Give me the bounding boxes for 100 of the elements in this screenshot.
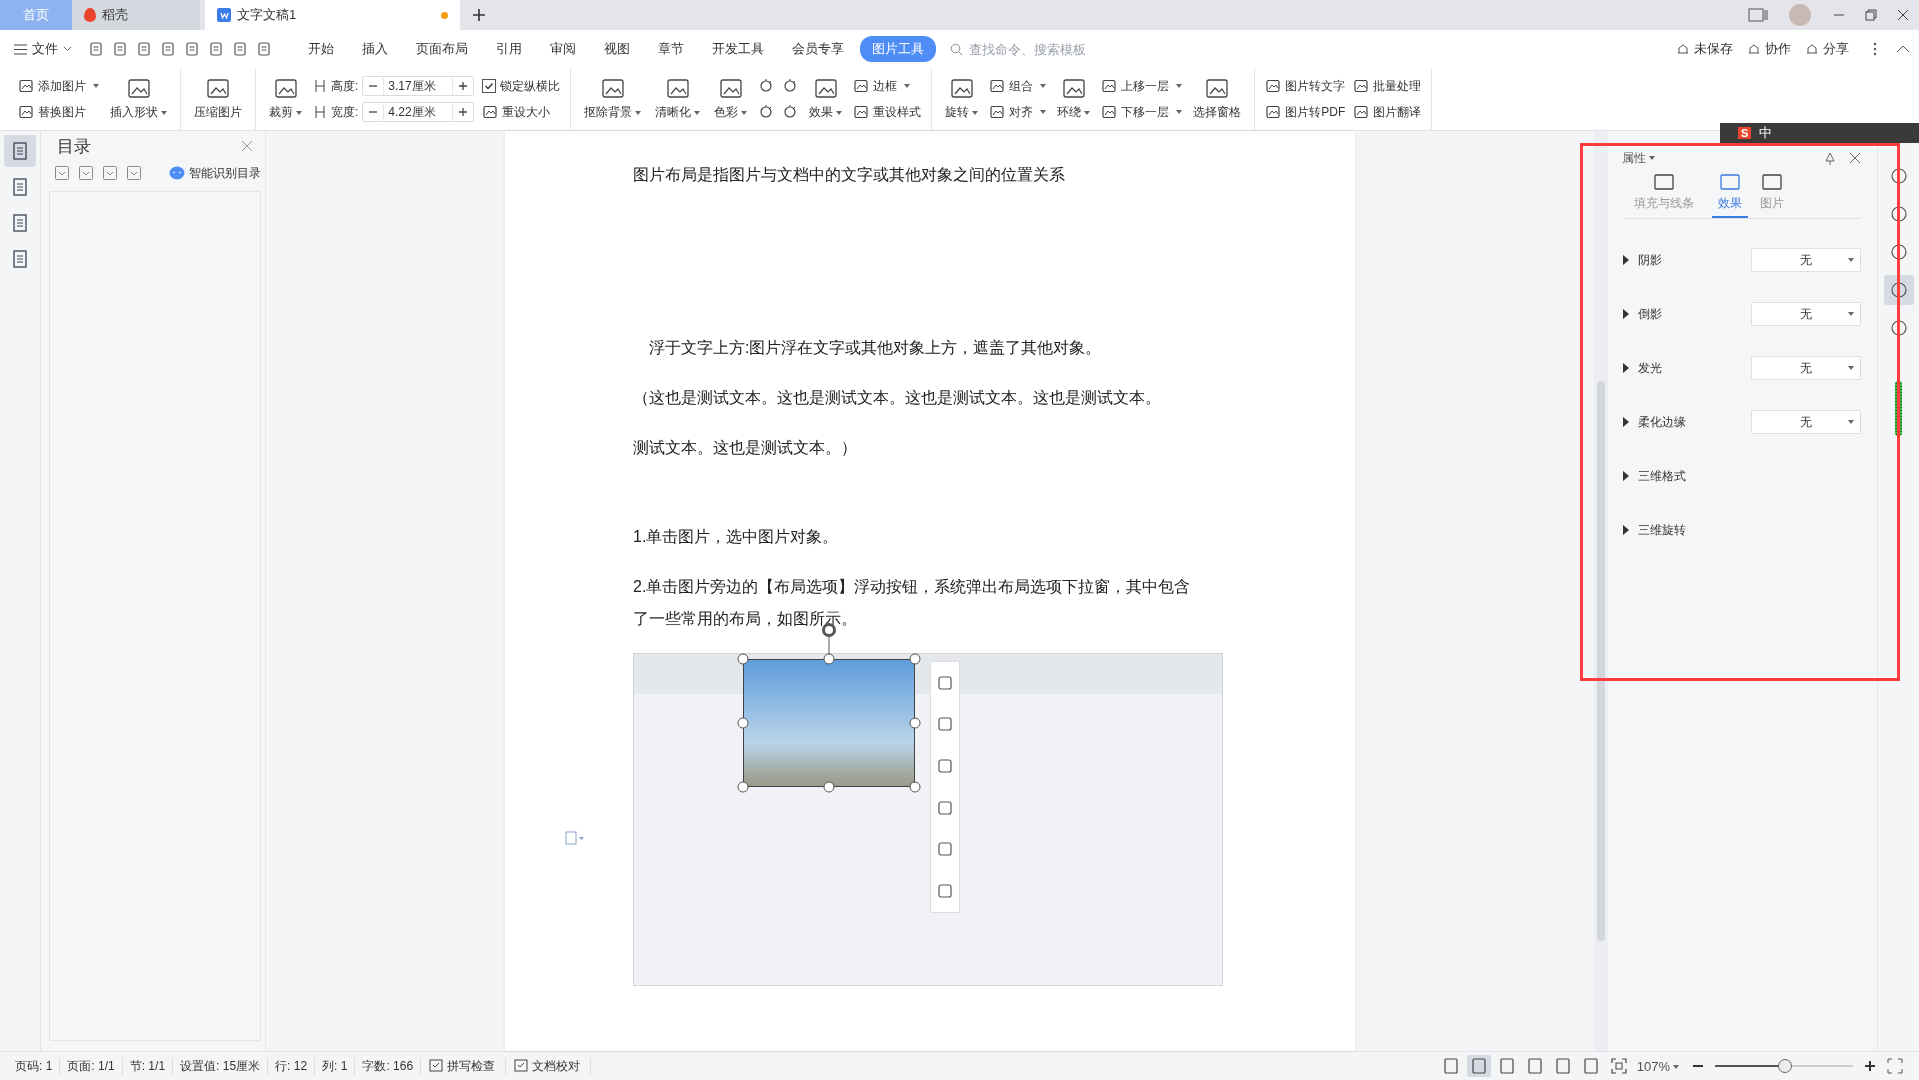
picture-icon: [18, 78, 34, 94]
effect-dropdown[interactable]: 无: [1751, 356, 1861, 380]
ribbon-button[interactable]: 裁剪: [266, 75, 305, 123]
adjust-icon[interactable]: [758, 78, 775, 94]
property-tab[interactable]: 效果: [1712, 167, 1748, 218]
ribbon-tab[interactable]: 开发工具: [700, 36, 776, 62]
action-icon[interactable]: [1676, 42, 1690, 56]
picture-icon: [989, 104, 1006, 120]
expand-arrow-icon[interactable]: [1622, 417, 1630, 427]
effect-dropdown[interactable]: 无: [1751, 410, 1861, 434]
ribbon-button[interactable]: 图片转PDF: [1265, 102, 1346, 122]
tab-icon: [1719, 173, 1741, 193]
ribbon-tab[interactable]: 开始: [296, 36, 346, 62]
property-label: 阴影: [1638, 251, 1662, 269]
adjust-icon[interactable]: [782, 104, 799, 120]
expand-icon[interactable]: [55, 166, 69, 180]
document-icon: [217, 8, 231, 22]
action-icon[interactable]: [1747, 42, 1761, 56]
pin-icon[interactable]: [1823, 151, 1837, 165]
document-tab[interactable]: 文字文稿1: [205, 0, 460, 30]
expand-arrow-icon[interactable]: [1622, 309, 1630, 319]
ribbon-button[interactable]: 下移一层: [1101, 102, 1183, 122]
ribbon-button[interactable]: 抠除背景: [581, 75, 645, 123]
scrollbar[interactable]: [1594, 131, 1608, 1051]
smart-toc-button[interactable]: 智能识别目录: [189, 164, 261, 182]
ribbon-tab[interactable]: 视图: [592, 36, 642, 62]
ribbon-button[interactable]: 旋转: [942, 75, 982, 123]
status-button[interactable]: 拼写检查: [447, 1057, 507, 1075]
ribbon-button[interactable]: 重设大小: [482, 102, 561, 122]
ribbon-button[interactable]: 选择窗格: [1190, 75, 1245, 123]
adjust-icon[interactable]: [758, 104, 775, 120]
ribbon-button[interactable]: 清晰化: [652, 75, 704, 123]
restore-icon[interactable]: [1864, 8, 1878, 22]
check-icon[interactable]: [429, 1059, 444, 1073]
tab-icon: [1761, 173, 1783, 193]
command-search-field[interactable]: 查找命令、搜索模板: [950, 40, 1121, 58]
window-layout-icon[interactable]: [1748, 8, 1768, 22]
panel-title[interactable]: 属性: [1622, 149, 1655, 167]
ribbon-button[interactable]: 上移一层: [1101, 76, 1183, 96]
ribbon-tab[interactable]: 插入: [350, 36, 400, 62]
action-icon[interactable]: [1805, 42, 1819, 56]
ribbon-button[interactable]: 重设样式: [853, 102, 922, 122]
lock-ratio-checkbox[interactable]: 锁定纵横比: [482, 76, 561, 96]
picture-icon: [812, 77, 839, 101]
ribbon-tab[interactable]: 页面布局: [404, 36, 480, 62]
ribbon-button[interactable]: 对齐: [989, 102, 1047, 122]
tab-icon: [1653, 173, 1675, 193]
picture-icon: [205, 77, 231, 101]
expand-arrow-icon[interactable]: [1622, 255, 1630, 265]
fullscreen-icon[interactable]: [1887, 1058, 1903, 1074]
check-icon[interactable]: [514, 1059, 529, 1073]
property-label: 倒影: [1638, 305, 1662, 323]
adjust-icon[interactable]: [782, 78, 799, 94]
ribbon-button[interactable]: 色彩: [711, 75, 751, 123]
ribbon-button[interactable]: 效果: [806, 75, 846, 123]
ribbon-tab[interactable]: 会员专享: [780, 36, 856, 62]
robot-icon[interactable]: [169, 166, 185, 180]
chevron-down-icon[interactable]: [63, 46, 72, 52]
new-file-icon[interactable]: [88, 41, 104, 57]
effect-dropdown[interactable]: 无: [1751, 302, 1861, 326]
ribbon-tab[interactable]: 章节: [646, 36, 696, 62]
status-text: 页面: 1/1: [60, 1057, 123, 1075]
new-tab-icon[interactable]: [472, 8, 486, 22]
ribbon-button[interactable]: 插入形状: [107, 75, 170, 123]
ribbon-tab[interactable]: 引用: [484, 36, 534, 62]
size-stepper[interactable]: 3.17厘米: [362, 76, 475, 96]
toolbar-action[interactable]: 未保存: [1694, 40, 1733, 58]
outline-icon[interactable]: [4, 135, 36, 167]
size-stepper[interactable]: 4.22厘米: [362, 102, 475, 122]
zoom-dropdown[interactable]: 107%: [1636, 1058, 1679, 1074]
expand-arrow-icon[interactable]: [1622, 471, 1630, 481]
ribbon-button[interactable]: 组合: [989, 76, 1047, 96]
effect-dropdown[interactable]: 无: [1751, 248, 1861, 272]
ribbon-button[interactable]: 压缩图片: [191, 75, 245, 123]
ribbon-button[interactable]: 批量处理: [1353, 76, 1422, 96]
menu-icon[interactable]: [14, 43, 27, 55]
expand-arrow-icon[interactable]: [1622, 363, 1630, 373]
toolbar-action[interactable]: 分享: [1823, 40, 1849, 58]
picture-icon: [948, 77, 975, 101]
close-icon[interactable]: [1896, 8, 1910, 22]
ime-logo: S: [1738, 127, 1752, 139]
toolbar-action[interactable]: 协作: [1765, 40, 1791, 58]
expand-arrow-icon[interactable]: [1622, 525, 1630, 535]
picture-icon: [18, 104, 34, 120]
document-tab[interactable]: 稻壳: [72, 0, 200, 30]
ribbon-tab[interactable]: 审阅: [538, 36, 588, 62]
dimension-icon: [313, 79, 327, 93]
ime-mode[interactable]: 中: [1759, 124, 1773, 142]
ribbon-button[interactable]: 替换图片: [18, 102, 99, 122]
picture-icon: [1353, 104, 1370, 120]
file-menu[interactable]: 文件: [32, 40, 58, 58]
ribbon-button[interactable]: 图片翻译: [1353, 102, 1422, 122]
paste-options-icon[interactable]: [565, 831, 585, 845]
status-button[interactable]: 文档校对: [532, 1057, 592, 1075]
ribbon-button[interactable]: 边框: [853, 76, 922, 96]
page-view-icon[interactable]: [1466, 1055, 1491, 1077]
ribbon-button[interactable]: 环绕: [1054, 75, 1094, 123]
close-icon[interactable]: [1849, 152, 1861, 164]
ribbon-button[interactable]: 添加图片: [18, 76, 99, 96]
ribbon-button[interactable]: 图片转文字: [1265, 76, 1346, 96]
